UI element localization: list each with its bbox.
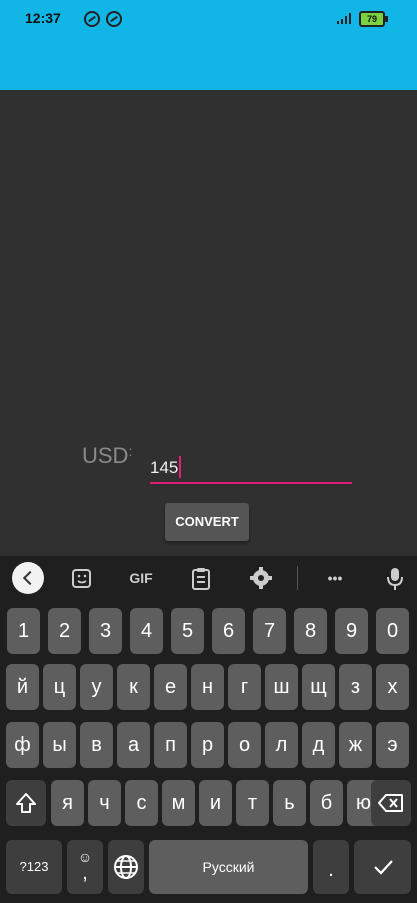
key-letter[interactable]: н [191,664,224,710]
space-key[interactable]: Русский [149,840,308,894]
letter-row-3: я ч с м и т ь б ю [0,780,417,828]
letter-row-2: ф ы в а п р о л д ж э [0,722,417,770]
key-letter[interactable]: а [117,722,150,768]
currency-code: USD [82,443,129,468]
key-5[interactable]: 5 [171,608,204,654]
key-letter[interactable]: я [51,780,84,826]
globe-icon [114,855,138,879]
key-letter[interactable]: к [117,664,150,710]
key-letter[interactable]: о [228,722,261,768]
amount-value: 145 [150,458,179,477]
currency-label: USD: [82,443,132,469]
app-bar [0,36,417,90]
key-letter[interactable]: е [154,664,187,710]
enter-key[interactable] [354,840,411,894]
key-letter[interactable]: ч [88,780,121,826]
status-bar: 12:37 79 [0,0,417,36]
key-letter[interactable]: з [339,664,372,710]
notification-icons [84,11,122,27]
key-letter[interactable]: х [376,664,409,710]
currency-colon: : [128,443,133,459]
key-letter[interactable]: б [310,780,343,826]
convert-button[interactable]: CONVERT [165,503,249,541]
shift-icon [16,793,36,813]
key-letter[interactable]: л [265,722,298,768]
key-6[interactable]: 6 [212,608,245,654]
back-icon[interactable] [12,562,44,594]
letter-row-1: й ц у к е н г ш щ з х [0,664,417,712]
key-0[interactable]: 0 [376,608,409,654]
keyboard-toolbar: GIF ••• [0,556,417,600]
key-letter[interactable]: т [236,780,269,826]
key-letter[interactable]: щ [302,664,335,710]
key-letter[interactable]: м [162,780,195,826]
soft-keyboard: GIF ••• 1 2 3 4 5 6 7 8 9 0 й ц у к е н … [0,556,417,903]
number-row: 1 2 3 4 5 6 7 8 9 0 [0,608,417,656]
data-saver-icon [84,11,100,27]
period-key[interactable]: . [313,840,349,894]
key-1[interactable]: 1 [7,608,40,654]
dnd-icon [106,11,122,27]
signal-icon [337,13,351,24]
key-letter[interactable]: с [125,780,158,826]
bottom-row: ?123 ☺ , Русский . [0,840,417,894]
key-2[interactable]: 2 [48,608,81,654]
key-letter[interactable]: в [80,722,113,768]
status-time: 12:37 [25,10,61,26]
comma-label: , [82,862,88,884]
key-letter[interactable]: ш [265,664,298,710]
backspace-icon [378,794,403,812]
more-button[interactable]: ••• [320,564,350,592]
shift-key[interactable] [6,780,46,826]
key-letter[interactable]: й [6,664,39,710]
key-letter[interactable]: ц [43,664,76,710]
key-8[interactable]: 8 [294,608,327,654]
key-letter[interactable]: р [191,722,224,768]
key-letter[interactable]: ф [6,722,39,768]
clipboard-icon[interactable] [190,564,212,592]
globe-key[interactable] [108,840,144,894]
key-7[interactable]: 7 [253,608,286,654]
amount-input[interactable]: 145 [150,452,352,484]
check-icon [373,860,393,875]
key-letter[interactable]: э [376,722,409,768]
key-3[interactable]: 3 [89,608,122,654]
key-letter[interactable]: у [80,664,113,710]
key-letter[interactable]: п [154,722,187,768]
microphone-icon[interactable] [384,564,406,592]
key-letter[interactable]: ы [43,722,76,768]
key-letter[interactable]: д [302,722,335,768]
gear-icon[interactable] [249,564,273,592]
key-letter[interactable]: и [199,780,232,826]
key-4[interactable]: 4 [130,608,163,654]
text-caret [179,456,182,478]
key-letter[interactable]: ж [339,722,372,768]
backspace-key[interactable] [371,780,411,826]
key-letter[interactable]: ь [273,780,306,826]
sticker-icon[interactable] [70,564,94,592]
battery-icon: 79 [359,11,388,27]
gif-button[interactable]: GIF [124,564,158,592]
toolbar-divider [297,566,298,590]
emoji-comma-key[interactable]: ☺ , [67,840,103,894]
key-9[interactable]: 9 [335,608,368,654]
key-letter[interactable]: г [228,664,261,710]
symbols-key[interactable]: ?123 [6,840,62,894]
